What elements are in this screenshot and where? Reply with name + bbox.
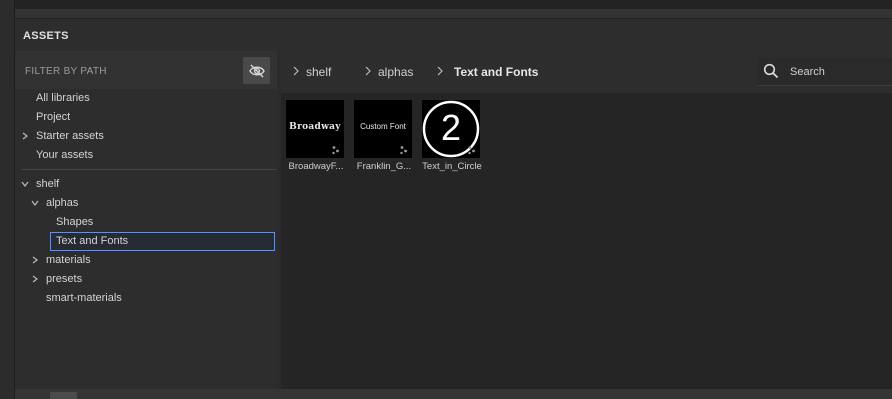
asset-preview-text: Custom Font [360, 122, 406, 131]
chevron-right-icon [437, 66, 443, 76]
tree-item-starter-assets[interactable]: Starter assets [36, 130, 104, 142]
tree-item-text-and-fonts[interactable]: Text and Fonts [56, 235, 128, 247]
chevron-right-icon[interactable] [30, 274, 40, 284]
tree-item-shelf[interactable]: shelf [36, 178, 59, 190]
filter-sidebar: FILTER BY PATH All libraries Project Sta… [15, 51, 277, 389]
chevron-right-icon[interactable] [30, 255, 40, 265]
breadcrumb: shelf alphas Text and Fonts Search [281, 51, 892, 93]
tree-divider [21, 169, 277, 170]
search-icon [763, 63, 779, 79]
tree-item-project[interactable]: Project [36, 111, 70, 123]
search-field[interactable]: Search [757, 58, 892, 86]
chevron-right-icon [365, 66, 371, 76]
search-input[interactable]: Search [790, 66, 825, 78]
bottom-status-bar [15, 389, 892, 399]
tree-item-materials[interactable]: materials [46, 254, 91, 266]
top-toolbar-lower [15, 9, 892, 19]
breadcrumb-shelf[interactable]: shelf [306, 65, 331, 79]
panel-resize-handle[interactable] [50, 392, 77, 399]
asset-preview-text: 2 [440, 107, 462, 148]
asset-thumbnail[interactable]: 2 [422, 100, 480, 158]
panel-title: ASSETS [23, 30, 69, 42]
breadcrumb-text-and-fonts[interactable]: Text and Fonts [454, 65, 538, 79]
top-toolbar [15, 0, 892, 9]
filter-label: FILTER BY PATH [25, 66, 107, 77]
asset-thumbnail[interactable]: Custom Font [354, 100, 412, 158]
chevron-down-icon[interactable] [20, 179, 30, 189]
chevron-right-icon [293, 66, 299, 76]
tree-item-your-assets[interactable]: Your assets [36, 149, 93, 161]
breadcrumb-alphas[interactable]: alphas [378, 65, 413, 79]
tree-item-smart-materials[interactable]: smart-materials [46, 292, 122, 304]
asset-name: Franklin_G... [356, 161, 412, 172]
asset-name: Text_in_Circle [422, 161, 482, 172]
chevron-right-icon[interactable] [20, 131, 30, 141]
asset-thumbnail[interactable]: Broadway [286, 100, 344, 158]
tree-item-alphas[interactable]: alphas [46, 197, 78, 209]
asset-name: BroadwayF... [288, 161, 344, 172]
tree-item-all-libraries[interactable]: All libraries [36, 92, 90, 104]
material-dots-icon [332, 146, 339, 155]
material-dots-icon [400, 146, 407, 155]
assets-panel-header: ASSETS [15, 19, 892, 51]
chevron-down-icon[interactable] [30, 198, 40, 208]
tree-item-shapes[interactable]: Shapes [56, 216, 93, 228]
eye-off-icon [248, 63, 265, 78]
toggle-visibility-button[interactable] [243, 57, 270, 84]
tree-item-presets[interactable]: presets [46, 273, 82, 285]
asset-preview-text: Broadway [289, 122, 341, 132]
material-dots-icon [468, 146, 475, 155]
asset-browser: shelf alphas Text and Fonts Search Broad… [281, 51, 892, 389]
left-edge-strip [0, 0, 15, 399]
filter-header: FILTER BY PATH [15, 51, 277, 89]
